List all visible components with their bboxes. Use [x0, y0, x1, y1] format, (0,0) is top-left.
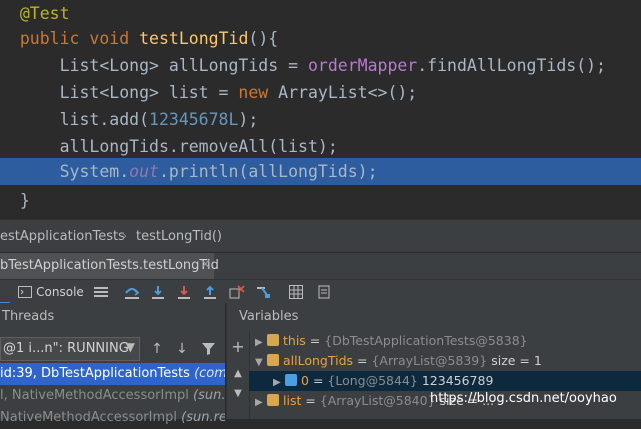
- frame-package: (sun.refle: [181, 410, 225, 425]
- breadcrumb: estApplicationTests › testLongTid(): [0, 219, 641, 253]
- chevron-down-icon: ▼: [125, 340, 135, 354]
- step-over-icon[interactable]: [122, 281, 142, 302]
- code-line-3: List<Long> allLongTids = orderMapper.fin…: [0, 52, 641, 79]
- field-icon: [267, 334, 279, 346]
- frame-text: id:39, DbTestApplicationTests: [0, 366, 190, 381]
- variable-ref: {Long@5844}: [327, 373, 418, 388]
- add-watch-icon[interactable]: +: [229, 336, 247, 357]
- line3-call: .findAllLongTids();: [417, 56, 606, 75]
- threads-pane: Threads @1 i...n": RUNNING ▼ ↑ ↓ id:39, …: [0, 303, 225, 425]
- line6-text: allLongTids.removeAll(list);: [59, 137, 338, 156]
- variable-ref: {ArrayList@5840}: [319, 393, 436, 408]
- line5-text: list.add(: [59, 110, 150, 129]
- static-field-out: out: [129, 162, 159, 181]
- expand-arrow-icon[interactable]: ▶: [273, 373, 285, 393]
- keyword-void: void: [89, 29, 130, 48]
- variable-size: size = 1: [491, 353, 542, 368]
- field-icon: [267, 394, 279, 406]
- variable-row[interactable]: ▼ allLongTids = {ArrayList@5839} size = 1: [249, 351, 641, 371]
- line5-end: );: [238, 110, 259, 129]
- force-step-into-icon[interactable]: [174, 281, 194, 302]
- code-line-7-execution-point: System.out.println(allLongTids);: [0, 158, 641, 185]
- watermark: https://blog.csdn.net/ooyhao: [430, 391, 617, 406]
- debug-session-tab[interactable]: bTestApplicationTests.testLongTid ×: [0, 253, 219, 281]
- field-icon: [267, 354, 279, 366]
- variable-name: this: [283, 333, 306, 348]
- code-editor[interactable]: @Test public void testLongTid(){ List<Lo…: [0, 0, 641, 219]
- breadcrumb-class[interactable]: estApplicationTests: [0, 229, 125, 244]
- run-to-cursor-icon[interactable]: [253, 281, 273, 302]
- move-down-icon[interactable]: ▼: [231, 383, 245, 404]
- variables-side-toolbar: + ▲ ▼: [227, 331, 250, 419]
- line4-text: List<Long> list =: [59, 83, 239, 102]
- variable-ref: {ArrayList@5839}: [371, 353, 488, 368]
- annotation-text: @Test: [19, 4, 70, 23]
- code-line-close: }: [0, 187, 641, 214]
- expand-arrow-icon[interactable]: ▶: [255, 333, 267, 353]
- frame-package: (com.oo: [194, 366, 225, 381]
- code-line-annotation: @Test: [0, 0, 641, 27]
- code-line-method-signature: public void testLongTid(){: [0, 25, 641, 52]
- filter-icon[interactable]: [199, 338, 217, 359]
- variable-ref: {DbTestApplicationTests@5838}: [324, 333, 528, 348]
- variable-row[interactable]: ▶ this = {DbTestApplicationTests@5838}: [249, 331, 641, 351]
- frame-text: NativeMethodAccessorImpl: [0, 410, 178, 425]
- keyword-new: new: [238, 83, 269, 102]
- element-icon: [285, 374, 297, 386]
- breadcrumb-method[interactable]: testLongTid(): [136, 229, 222, 244]
- code-line-4: List<Long> list = new ArrayList<>();: [0, 79, 641, 106]
- frame-text: l, NativeMethodAccessorImpl: [0, 388, 189, 403]
- session-tab-label: bTestApplicationTests.testLongTid: [0, 258, 219, 273]
- thread-selector-value: @1 i...n": RUNNING: [3, 341, 129, 356]
- threads-header: Threads: [2, 309, 55, 324]
- thread-selector[interactable]: @1 i...n": RUNNING ▼: [0, 337, 140, 361]
- menu-icon[interactable]: [92, 281, 110, 302]
- line7-call: .println(allLongTids);: [158, 162, 378, 181]
- console-icon: [14, 281, 36, 302]
- expand-arrow-icon[interactable]: ▶: [255, 393, 267, 413]
- console-tab[interactable]: Console: [36, 281, 84, 302]
- drop-frame-icon[interactable]: [227, 281, 247, 302]
- frame-package: (sun.refle: [193, 388, 225, 403]
- debug-toolbar: Console: [0, 279, 641, 304]
- trace-icon[interactable]: [314, 281, 334, 302]
- arrow-up-icon[interactable]: ↑: [148, 338, 166, 359]
- variable-value: 123456789: [421, 373, 494, 388]
- keyword-public: public: [19, 29, 80, 48]
- collapse-arrow-icon[interactable]: ▼: [255, 353, 267, 373]
- variable-name: allLongTids: [283, 353, 354, 368]
- evaluate-expression-icon[interactable]: [286, 281, 306, 302]
- code-line-6: allLongTids.removeAll(list);: [0, 133, 641, 160]
- stack-frame[interactable]: l, NativeMethodAccessorImpl (sun.refle: [0, 385, 225, 407]
- debugger-tab[interactable]: [0, 281, 10, 304]
- step-out-icon[interactable]: [200, 281, 220, 302]
- close-brace: }: [19, 191, 30, 210]
- line4-ctor: ArrayList<>();: [268, 83, 418, 102]
- debug-session-bar: bTestApplicationTests.testLongTid ×: [0, 252, 641, 281]
- method-name: testLongTid: [139, 29, 249, 48]
- code-line-5: list.add(12345678L);: [0, 106, 641, 133]
- close-icon[interactable]: ×: [200, 257, 211, 272]
- line7-text: System.: [59, 162, 130, 181]
- mapper-field: orderMapper: [307, 56, 418, 75]
- variable-name: 0: [301, 373, 309, 388]
- variable-row[interactable]: ▶ 0 = {Long@5844} 123456789: [249, 371, 641, 391]
- method-sig-rest: (){: [248, 29, 279, 48]
- move-up-icon[interactable]: ▲: [231, 363, 245, 384]
- variable-name: list: [283, 393, 302, 408]
- stack-frame[interactable]: NativeMethodAccessorImpl (sun.refle: [0, 407, 225, 429]
- long-literal: 12345678L: [149, 110, 239, 129]
- breadcrumb-separator: ›: [122, 229, 128, 244]
- arrow-down-icon[interactable]: ↓: [173, 338, 191, 359]
- line3-text: List<Long> allLongTids =: [59, 56, 308, 75]
- stack-frame[interactable]: id:39, DbTestApplicationTests (com.oo: [0, 363, 225, 385]
- step-into-icon[interactable]: [148, 281, 168, 302]
